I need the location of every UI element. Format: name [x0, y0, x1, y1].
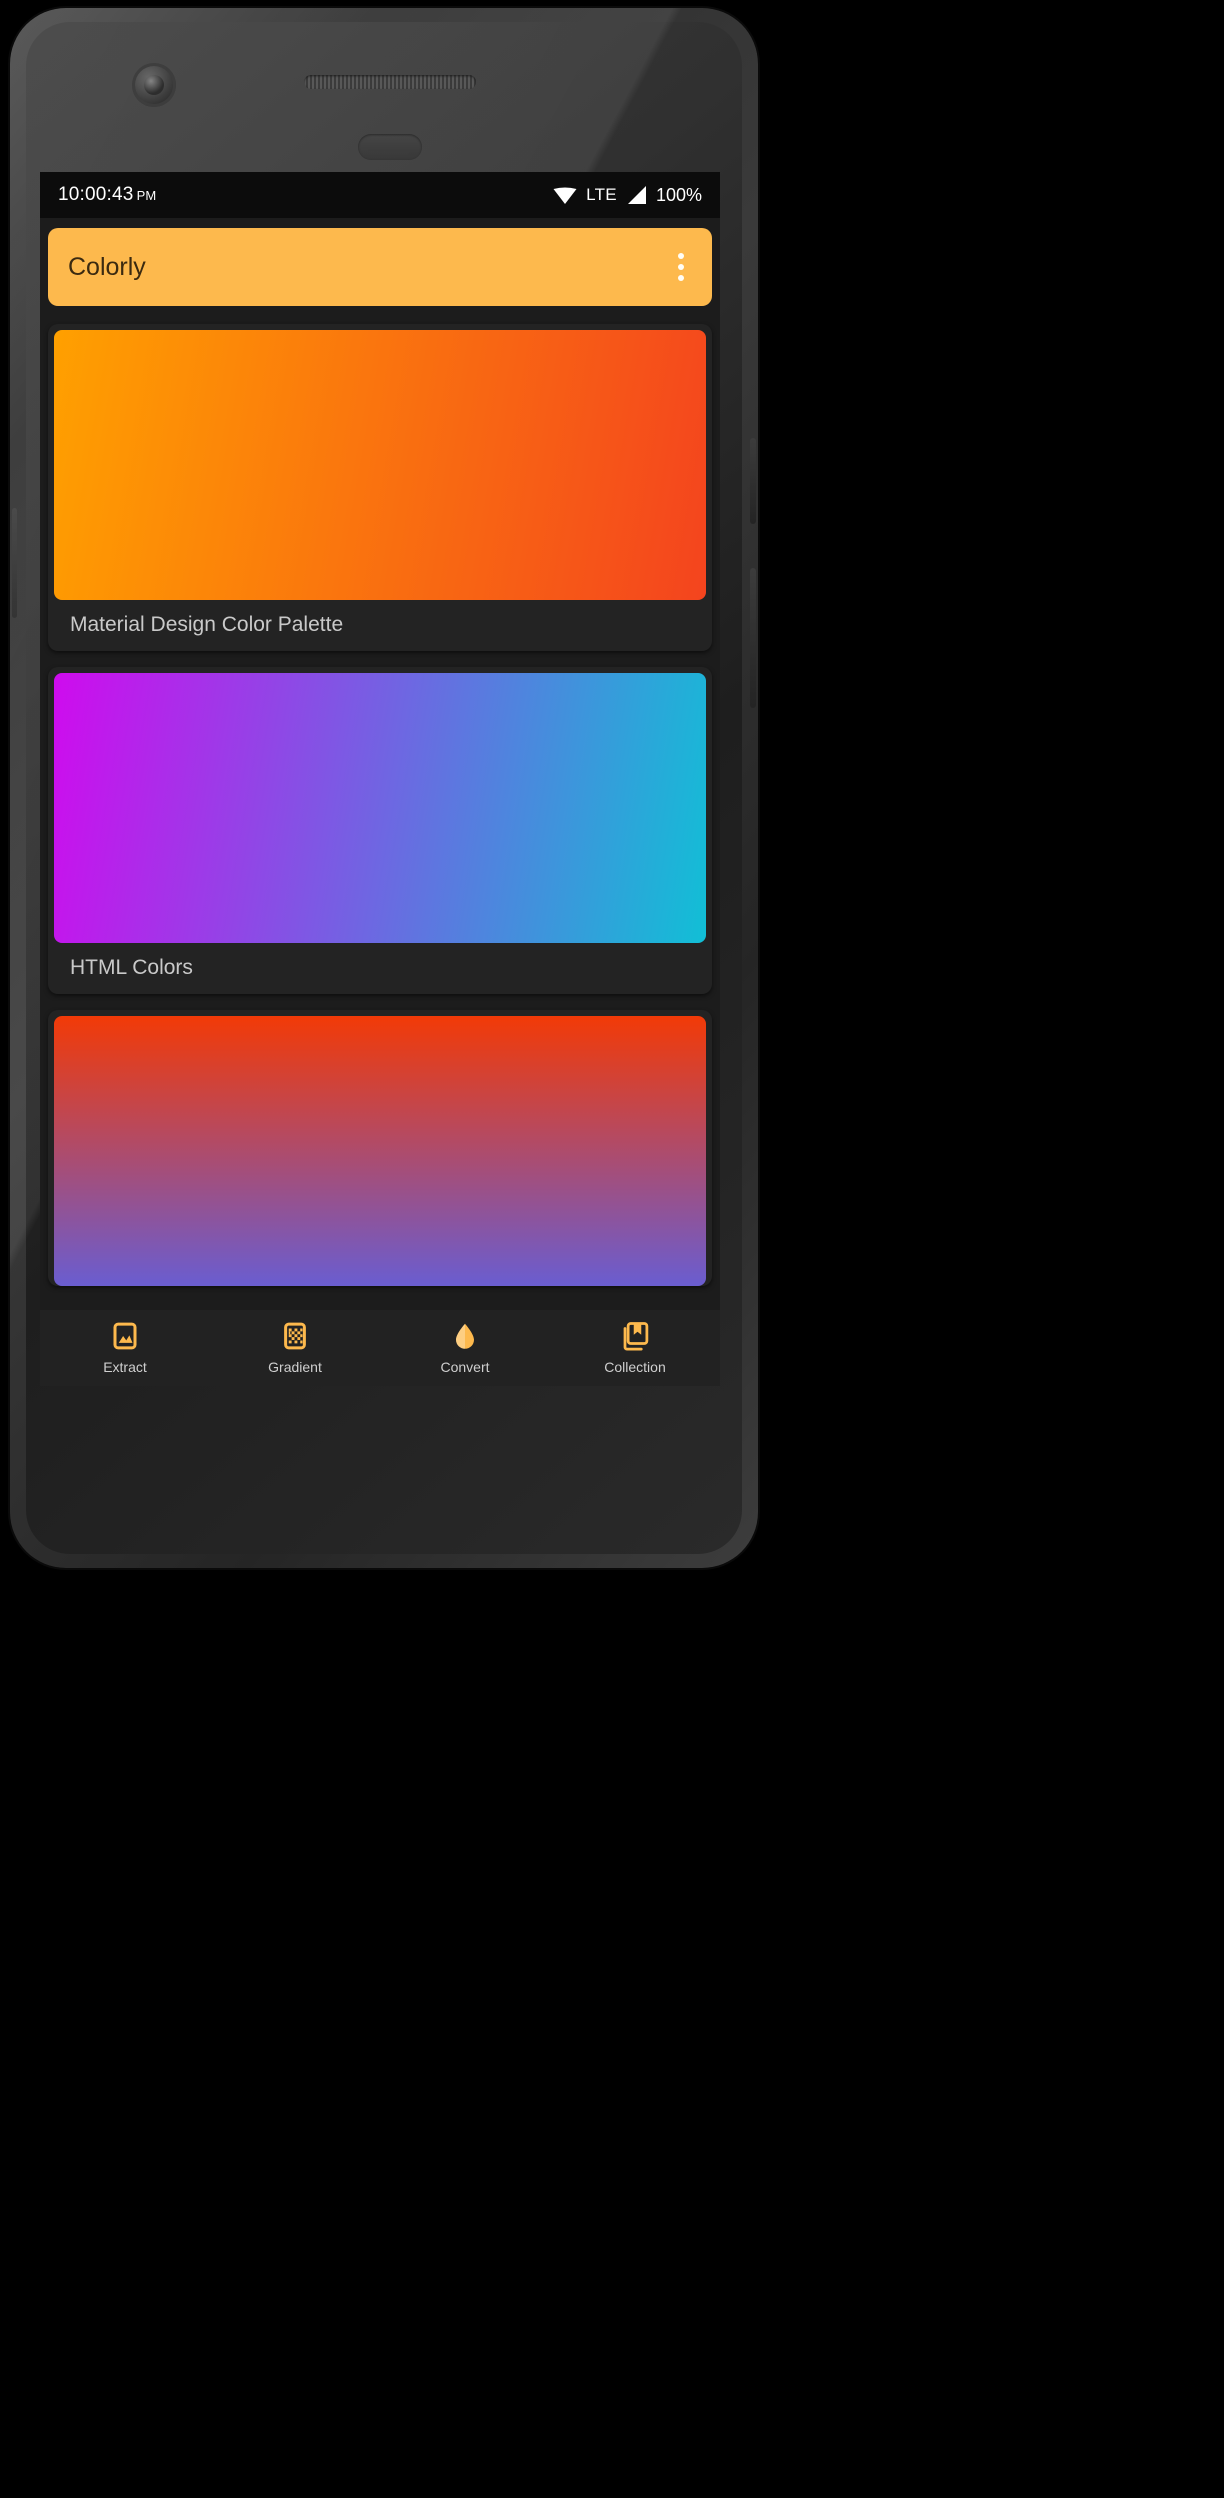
bottom-nav-label: Extract	[103, 1359, 147, 1375]
more-vert-icon[interactable]	[670, 247, 692, 287]
bottom-nav-label: Gradient	[268, 1359, 322, 1375]
collections-bookmark-icon	[620, 1321, 650, 1351]
volume-button[interactable]	[750, 568, 756, 708]
palette-card[interactable]: HTML Colors	[48, 667, 712, 994]
palette-gradient-swatch	[54, 1016, 706, 1286]
home-button[interactable]	[358, 134, 422, 160]
palette-card-label: Material Design Color Palette	[70, 613, 344, 636]
palette-card-label: HTML Colors	[70, 956, 193, 979]
bottom-nav-item-gradient[interactable]: Gradient	[210, 1321, 380, 1375]
bottom-nav-label: Convert	[440, 1359, 490, 1375]
app-bar-container: Colorly	[40, 218, 720, 306]
earpiece-speaker	[304, 75, 476, 89]
side-key-button[interactable]	[12, 508, 17, 618]
wifi-icon	[553, 187, 577, 204]
network-type-label: LTE	[586, 185, 617, 204]
battery-percentage: 100%	[655, 184, 702, 205]
water-drop-icon	[450, 1321, 480, 1351]
bottom-nav-item-collection[interactable]: Collection	[550, 1321, 720, 1375]
palette-card[interactable]	[48, 1010, 712, 1286]
status-bar-clock: 10:00:43 PM	[58, 184, 156, 206]
phone-screen: 10:00:43 PM LTE 100% Colorly Material De…	[40, 172, 720, 1310]
bottom-nav-item-convert[interactable]: Convert	[380, 1321, 550, 1375]
bottom-navigation-bar: Extract Gradient Convert Collection	[40, 1310, 720, 1386]
palette-card[interactable]: Material Design Color Palette	[48, 324, 712, 651]
screenshot-root: 10:00:43 PM LTE 100% Colorly Material De…	[0, 0, 1224, 2498]
palette-list[interactable]: Material Design Color Palette HTML Colors	[40, 306, 720, 1286]
page-title: Colorly	[68, 252, 146, 281]
palette-gradient-swatch	[54, 673, 706, 943]
clock-ampm: PM	[136, 188, 157, 203]
signal-bars-icon	[627, 186, 646, 204]
gradient-checker-icon	[280, 1321, 310, 1351]
status-bar-indicators: LTE 100%	[553, 185, 702, 206]
image-photo-icon	[110, 1321, 140, 1351]
app-bar: Colorly	[48, 228, 712, 306]
status-bar: 10:00:43 PM LTE 100%	[40, 172, 720, 218]
power-button[interactable]	[750, 438, 756, 524]
bottom-nav-item-extract[interactable]: Extract	[40, 1321, 210, 1375]
clock-time: 10:00:43	[58, 184, 134, 205]
bottom-nav-label: Collection	[604, 1359, 666, 1375]
front-camera-icon	[132, 63, 176, 107]
palette-gradient-swatch	[54, 330, 706, 600]
